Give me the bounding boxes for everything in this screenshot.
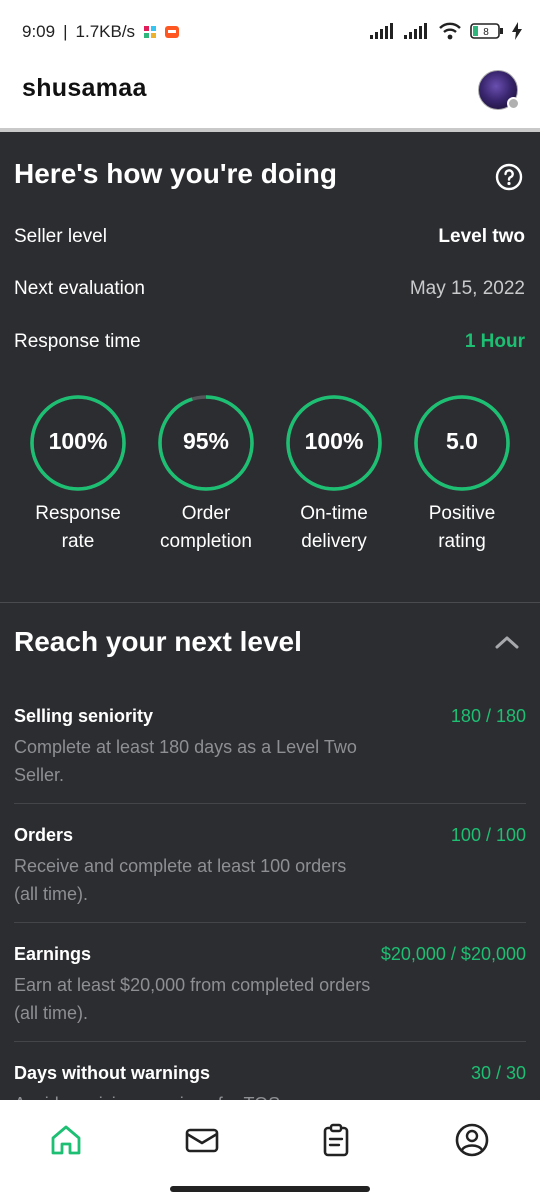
home-icon[interactable] (48, 1122, 84, 1158)
app-notification-icon (144, 26, 157, 38)
app-header: shusamaa (0, 64, 540, 128)
bottom-nav (0, 1100, 540, 1200)
inbox-icon[interactable] (184, 1122, 220, 1158)
help-icon[interactable] (495, 163, 523, 191)
separator: | (63, 22, 68, 41)
response-time-label: Response time (14, 331, 141, 352)
requirement-title: Selling seniority (14, 706, 154, 726)
orders-clipboard-icon[interactable] (318, 1122, 354, 1158)
requirement-progress: 100 / 100 (450, 825, 526, 845)
chevron-up-icon[interactable] (494, 634, 520, 650)
signal-icon (370, 23, 393, 39)
battery-icon: 8 (470, 23, 503, 39)
positive-rating-value: 5.0 (446, 428, 478, 454)
order-completion-value: 95% (182, 428, 230, 454)
requirement-description: Receive and complete at least 100 orders… (14, 856, 347, 904)
wifi-icon (439, 22, 461, 40)
section-divider (0, 602, 540, 603)
response-time-value: 1 Hour (464, 331, 525, 352)
requirement-progress: $20,000 / $20,000 (380, 944, 526, 964)
online-status-dot (507, 97, 520, 110)
dashboard-content[interactable]: Here's how you're doing Seller level Lev… (0, 132, 540, 1100)
performance-title: Here's how you're doing (14, 158, 337, 189)
requirement-title: Orders (14, 825, 74, 845)
response-rate-label: Response rate (35, 503, 121, 552)
requirement-divider (14, 1041, 526, 1042)
order-completion-label: Order completion (160, 503, 252, 552)
next-level-title: Reach your next level (14, 626, 302, 657)
signal-icon-2 (404, 23, 427, 39)
positive-rating-label: Positive rating (428, 503, 496, 552)
status-bar: 9:09 | 1.7KB/s 8 (0, 0, 540, 64)
charging-icon (512, 22, 522, 40)
seller-level-value: Level two (438, 226, 525, 247)
clock: 9:09 (22, 22, 56, 41)
requirement-days-without-warnings: Days without warnings Avoid receiving wa… (14, 1063, 526, 1100)
requirement-description: Avoid receiving warnings for TOS (14, 1090, 374, 1100)
battery-level: 8 (483, 27, 489, 38)
requirement-selling-seniority: Selling seniority Complete at least 180 … (14, 706, 526, 789)
requirement-progress: 30 / 30 (470, 1063, 526, 1083)
requirement-description: Earn at least $20,000 from completed ord… (14, 975, 371, 1023)
requirement-divider (14, 803, 526, 804)
seller-level-label: Seller level (14, 226, 107, 247)
username-title: shusamaa (22, 74, 147, 102)
requirement-earnings: Earnings Earn at least $20,000 from comp… (14, 944, 526, 1027)
requirement-divider (14, 922, 526, 923)
on-time-delivery-label: On-time delivery (300, 503, 368, 552)
profile-icon[interactable] (454, 1122, 490, 1158)
on-time-delivery-value: 100% (304, 428, 364, 454)
app-notification-icon-2 (165, 26, 180, 38)
next-evaluation-value: May 15, 2022 (409, 278, 525, 299)
status-right: 8 (370, 22, 522, 40)
network-speed: 1.7KB/s (75, 22, 136, 41)
home-indicator (170, 1186, 370, 1192)
requirement-orders: Orders Receive and complete at least 100… (14, 825, 526, 908)
requirement-title: Days without warnings (14, 1063, 211, 1083)
requirement-description: Complete at least 180 days as a Level Tw… (14, 737, 357, 785)
response-rate-value: 100% (48, 428, 108, 454)
status-left: 9:09 | 1.7KB/s (22, 22, 180, 42)
requirement-progress: 180 / 180 (450, 706, 526, 726)
next-evaluation-label: Next evaluation (14, 278, 145, 299)
